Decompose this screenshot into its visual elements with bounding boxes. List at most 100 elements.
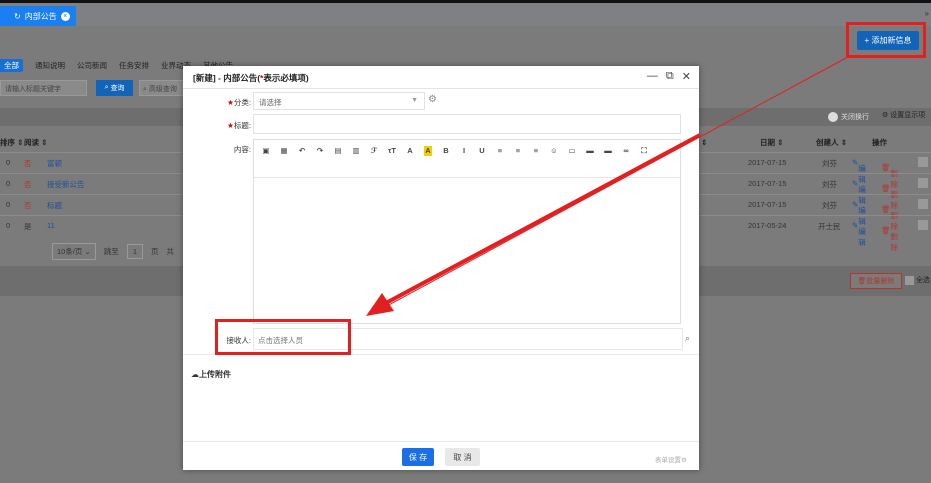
select-all-label: 全选 [916, 277, 930, 284]
align-center-icon[interactable]: ≡ [514, 146, 522, 156]
divider [183, 88, 699, 89]
highlight-icon[interactable]: A [424, 146, 432, 156]
cancel-button[interactable]: 取 消 [445, 448, 480, 466]
source-icon[interactable]: ▣ [262, 146, 270, 156]
link-icon[interactable]: ∞ [622, 146, 630, 156]
row-order: 0 [6, 200, 11, 209]
pagination: 10条/页 ⌄ 跳至 1 页 共 [52, 242, 174, 260]
page-size-select[interactable]: 10条/页 ⌄ [52, 242, 96, 260]
row-date: 2017-05-24 [748, 221, 787, 230]
category-select[interactable]: 请选择 ▼ [253, 92, 425, 110]
close-icon[interactable]: ✕ [682, 70, 691, 83]
row-date: 2017-07-15 [748, 179, 787, 188]
batch-delete-button[interactable]: 🗑 批量删除 [850, 273, 902, 289]
image-icon[interactable]: ▬ [586, 146, 594, 156]
row-checkbox[interactable] [918, 157, 928, 167]
save-button[interactable]: 保 存 [402, 448, 434, 466]
goto-label: 跳至 [103, 246, 119, 256]
column-settings-button[interactable]: ⚙ 设置显示项 [882, 110, 925, 124]
edit-link[interactable]: ✎ 编辑 [852, 179, 866, 205]
header-creator[interactable]: 创建人 ⇕ [816, 137, 847, 148]
column-settings-label: 设置显示项 [890, 112, 926, 119]
query-button[interactable]: ⌕ 查询 [96, 80, 133, 96]
row-checkbox[interactable] [918, 199, 928, 209]
category-notice[interactable]: 通知说明 [35, 60, 65, 71]
gear-icon[interactable]: ⚙ [428, 94, 437, 105]
refresh-icon[interactable]: ↻ [14, 12, 21, 21]
row-creator: 刘芬 [822, 159, 837, 168]
row-read: 否 [24, 159, 32, 168]
chevron-down-icon: ▼ [411, 97, 418, 104]
italic-icon[interactable]: I [460, 146, 468, 156]
font-color-icon[interactable]: A [406, 146, 414, 156]
undo-icon[interactable]: ↶ [298, 146, 306, 156]
category-news[interactable]: 公司新闻 [77, 60, 107, 71]
category-all[interactable]: 全部 [0, 58, 23, 72]
font-size-icon[interactable]: τT [388, 146, 396, 156]
paste-icon[interactable]: ▤ [334, 146, 342, 156]
row-title-link[interactable]: 11 [47, 221, 55, 230]
tab-bar: ↻ 内部公告 × » [0, 3, 931, 26]
edit-link[interactable]: ✎ 编辑 [852, 200, 866, 226]
bold-icon[interactable]: B [442, 146, 450, 156]
paste-text-icon[interactable]: ▥ [352, 146, 360, 156]
header-ops: 操作 [872, 137, 887, 147]
row-read: 是 [24, 222, 32, 231]
row-checkbox[interactable] [918, 220, 928, 230]
row-read: 否 [24, 201, 32, 210]
close-icon[interactable]: × [60, 11, 70, 21]
toggle-knob [828, 112, 838, 122]
header-read[interactable]: 阅读 ⇕ [24, 137, 47, 148]
header-order[interactable]: 排序 ⇕ [0, 137, 23, 148]
title-input[interactable] [253, 114, 681, 134]
highlight-box-add-button [846, 22, 926, 58]
row-title-link[interactable]: 富顿 [47, 158, 62, 169]
select-all-checkbox[interactable] [905, 275, 914, 285]
row-checkbox[interactable] [918, 178, 928, 188]
form-settings-link[interactable]: 表单设置⚙ [655, 454, 687, 464]
toggle-label: 关闭换行 [841, 114, 869, 121]
minimize-icon[interactable]: — [647, 70, 658, 83]
maximize-icon[interactable]: ⧉ [666, 70, 674, 83]
redo-icon[interactable]: ↷ [316, 146, 324, 156]
cloud-upload-icon: ☁ [191, 370, 199, 379]
rich-text-editor[interactable]: ▣ ▦ ↶ ↷ ▤ ▥ ℱ τT A A B I U ≡ ≡ ≡ ☺ ▭ ▬ ▬… [253, 139, 681, 324]
title-label: ★标题: [227, 121, 251, 130]
table-icon[interactable]: ▭ [568, 146, 576, 156]
sort-icon[interactable]: ⇕ [701, 138, 707, 147]
wrap-toggle[interactable]: 关闭换行 [828, 110, 869, 124]
more-tabs-icon[interactable]: » [925, 9, 929, 18]
emoji-icon[interactable]: ☺ [550, 146, 558, 156]
underline-icon[interactable]: U [478, 146, 486, 156]
upload-attachment-button[interactable]: ☁上传附件 [191, 369, 231, 380]
page-number-input[interactable]: 1 [126, 243, 143, 259]
media-icon[interactable]: ▬ [604, 146, 612, 156]
dialog-footer: 保 存 取 消 表单设置⚙ [183, 441, 699, 470]
row-title-link[interactable]: 标题 [47, 200, 62, 211]
row-date: 2017-07-15 [748, 200, 787, 209]
select-all[interactable]: 全选 [905, 275, 930, 285]
upload-label: 上传附件 [199, 370, 231, 379]
trash-icon: 🗑 [857, 278, 867, 285]
category-tasks[interactable]: 任务安排 [119, 60, 149, 71]
align-left-icon[interactable]: ≡ [496, 146, 504, 156]
dialog-title: [新建] - 内部公告(*表示必填项) [193, 73, 309, 83]
fullscreen-icon[interactable]: ▦ [280, 146, 288, 156]
search-icon[interactable]: ⌕ [685, 333, 690, 344]
new-notice-dialog: [新建] - 内部公告(*表示必填项) — ⧉ ✕ ★分类: 请选择 ▼ ⚙ ★标… [183, 66, 699, 470]
search-input[interactable]: 请输入标题关键字 [0, 80, 87, 96]
row-order: 0 [6, 221, 11, 230]
row-creator: 刘芬 [822, 180, 837, 189]
content-label: 内容: [233, 145, 251, 154]
font-family-icon[interactable]: ℱ [370, 146, 378, 156]
align-right-icon[interactable]: ≡ [532, 146, 540, 156]
header-date[interactable]: 日期 ⇕ [760, 137, 783, 148]
tab-internal-notice[interactable]: ↻ 内部公告 × [0, 6, 76, 26]
dialog-controls: — ⧉ ✕ [647, 70, 691, 83]
edit-link[interactable]: ✎ 编辑 [852, 221, 866, 247]
expand-icon[interactable]: ⛶ [640, 146, 648, 156]
edit-link[interactable]: ✎ 编辑 [852, 158, 866, 184]
advanced-query-button[interactable]: ⌕ 高级查询 [139, 80, 185, 96]
query-label: 查询 [110, 85, 125, 92]
row-title-link[interactable]: 接受新公告 [47, 179, 85, 190]
